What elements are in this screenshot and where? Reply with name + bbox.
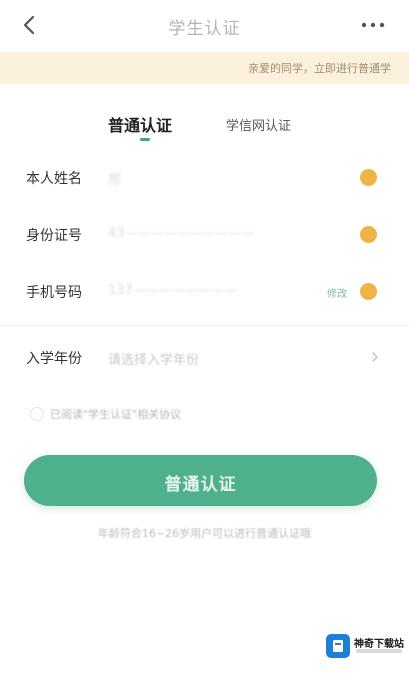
active-tab-indicator	[140, 138, 150, 141]
phone-label: 手机号码	[26, 285, 82, 301]
id-number-value: 43——————————	[108, 226, 255, 241]
name-label: 本人姓名	[26, 171, 82, 187]
agreement-checkbox[interactable]	[30, 407, 44, 421]
phone-value: 137————————	[108, 283, 237, 298]
nav-bar: 学生认证	[0, 0, 409, 50]
status-dot	[360, 283, 377, 300]
submit-button[interactable]: 普通认证	[24, 455, 377, 506]
tab-chsi-auth[interactable]: 学信网认证	[226, 115, 291, 134]
watermark-logo-icon	[326, 634, 350, 658]
agreement-row: 已阅读"学生认证"相关协议	[30, 404, 330, 424]
auth-tabs: 普通认证 学信网认证	[0, 112, 409, 148]
id-number-label: 身份证号	[26, 228, 82, 244]
watermark-text: 神奇下载站	[354, 639, 404, 650]
enroll-year-select[interactable]: 请选择入学年份	[108, 349, 199, 368]
site-watermark: 神奇下载站	[326, 634, 406, 660]
phone-row: 手机号码 137———————— 修改	[0, 272, 409, 312]
id-number-row: 身份证号 43——————————	[0, 215, 409, 255]
status-dot	[360, 169, 377, 186]
submit-button-label: 普通认证	[164, 475, 237, 495]
chevron-right-icon[interactable]	[370, 350, 380, 364]
more-options-icon[interactable]	[359, 16, 387, 34]
name-value: 邢	[108, 173, 122, 188]
enroll-year-row[interactable]: 入学年份 请选择入学年份	[0, 338, 409, 378]
change-phone-link[interactable]: 修改	[327, 285, 347, 300]
tab-normal-auth[interactable]: 普通认证	[108, 112, 172, 136]
status-dot	[360, 226, 377, 243]
footnote-text: 年龄符合16~26岁用户可以进行普通认证哦	[97, 527, 312, 540]
watermark-url-bar	[356, 649, 402, 653]
agreement-text[interactable]: 已阅读"学生认证"相关协议	[50, 406, 181, 422]
section-divider	[0, 325, 409, 326]
page-title: 学生认证	[168, 19, 241, 39]
notice-banner: 亲爱的同学，立即进行普通学	[0, 52, 409, 84]
name-row: 本人姓名 邢	[0, 158, 409, 198]
enroll-year-label: 入学年份	[26, 351, 82, 367]
notice-text: 亲爱的同学，立即进行普通学	[248, 62, 391, 75]
